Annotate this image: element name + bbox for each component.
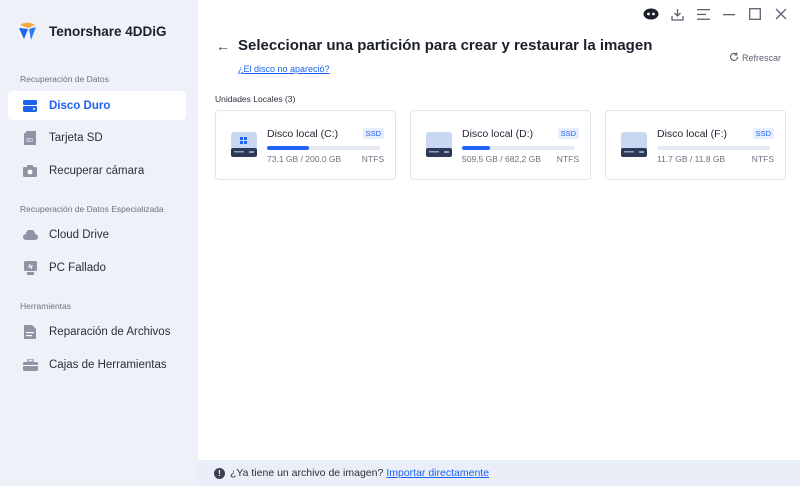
back-arrow-icon[interactable]: ← bbox=[216, 38, 230, 54]
drive-filesystem: NTFS bbox=[361, 154, 384, 164]
brand: Tenorshare 4DDiG bbox=[16, 19, 167, 43]
section-title-tools: Herramientas bbox=[20, 301, 72, 311]
sidebar-item-hard-drive[interactable]: Disco Duro bbox=[8, 91, 186, 120]
refresh-label: Refrescar bbox=[741, 53, 781, 63]
file-repair-icon bbox=[22, 324, 38, 340]
camera-icon bbox=[22, 163, 38, 179]
sidebar: Tenorshare 4DDiG Recuperación de Datos D… bbox=[0, 0, 198, 486]
drive-card-f[interactable]: Disco local (F:) SSD 11.7 GB / 11.8 GB N… bbox=[605, 110, 786, 180]
drive-usage-bar bbox=[267, 146, 380, 150]
sidebar-item-toolbox[interactable]: Cajas de Herramientas bbox=[8, 350, 186, 379]
drive-size: 11.7 GB / 11.8 GB bbox=[657, 154, 726, 164]
drive-name: Disco local (F:) bbox=[657, 128, 728, 140]
import-directly-link[interactable]: Importar directamente bbox=[386, 467, 489, 479]
sidebar-item-label: PC Fallado bbox=[49, 261, 106, 274]
drive-type-badge: SSD bbox=[362, 128, 384, 139]
toolbox-icon bbox=[22, 357, 38, 373]
sidebar-item-label: Cloud Drive bbox=[49, 228, 110, 241]
drive-size: 509,5 GB / 682,2 GB bbox=[462, 154, 541, 164]
sidebar-item-label: Tarjeta SD bbox=[49, 131, 103, 144]
window-controls bbox=[640, 5, 792, 23]
sidebar-item-file-repair[interactable]: Reparación de Archivos bbox=[8, 317, 186, 346]
drive-icon bbox=[424, 130, 454, 160]
refresh-icon bbox=[729, 52, 739, 64]
drive-icon bbox=[619, 130, 649, 160]
sidebar-item-label: Cajas de Herramientas bbox=[49, 358, 167, 371]
drive-usage-bar bbox=[462, 146, 575, 150]
info-icon: ! bbox=[214, 467, 225, 479]
sidebar-item-sd-card[interactable]: SD Tarjeta SD bbox=[8, 123, 186, 152]
system-drive-icon bbox=[229, 130, 259, 160]
refresh-button[interactable]: Refrescar bbox=[729, 52, 781, 64]
app-logo-icon bbox=[16, 19, 40, 43]
hard-drive-icon bbox=[22, 98, 38, 114]
disk-missing-link[interactable]: ¿El disco no apareció? bbox=[238, 64, 330, 74]
import-footer: ! ¿Ya tiene un archivo de imagen? Import… bbox=[198, 460, 800, 486]
sidebar-item-camera[interactable]: Recuperar cámara bbox=[8, 156, 186, 185]
drive-card-c[interactable]: Disco local (C:) SSD 73.1 GB / 200.0 GB … bbox=[215, 110, 396, 180]
download-icon[interactable] bbox=[666, 5, 688, 23]
sidebar-item-crashed-pc[interactable]: PC Fallado bbox=[8, 253, 186, 282]
sidebar-item-label: Reparación de Archivos bbox=[49, 325, 171, 338]
drive-filesystem: NTFS bbox=[751, 154, 774, 164]
drive-filesystem: NTFS bbox=[556, 154, 579, 164]
drive-usage-bar bbox=[657, 146, 770, 150]
section-title-specialized-recovery: Recuperación de Datos Especializada bbox=[20, 204, 164, 214]
section-title-data-recovery: Recuperación de Datos bbox=[20, 74, 109, 84]
sd-card-icon: SD bbox=[22, 130, 38, 146]
cloud-icon bbox=[22, 227, 38, 243]
assistant-icon[interactable] bbox=[640, 5, 662, 23]
drive-name: Disco local (C:) bbox=[267, 128, 339, 140]
close-icon[interactable] bbox=[770, 5, 792, 23]
menu-icon[interactable] bbox=[692, 5, 714, 23]
drives-section-label: Unidades Locales (3) bbox=[215, 94, 296, 104]
sidebar-item-cloud-drive[interactable]: Cloud Drive bbox=[8, 220, 186, 249]
app-name: Tenorshare 4DDiG bbox=[49, 23, 167, 39]
footer-text: ¿Ya tiene un archivo de imagen? bbox=[230, 467, 384, 479]
crashed-pc-icon bbox=[22, 260, 38, 276]
sidebar-item-label: Disco Duro bbox=[49, 99, 111, 112]
drive-usage-fill bbox=[462, 146, 491, 150]
page-title: Seleccionar una partición para crear y r… bbox=[238, 37, 653, 54]
maximize-icon[interactable] bbox=[744, 5, 766, 23]
drive-type-badge: SSD bbox=[752, 128, 774, 139]
drive-name: Disco local (D:) bbox=[462, 128, 534, 140]
drive-type-badge: SSD bbox=[557, 128, 579, 139]
drive-card-d[interactable]: Disco local (D:) SSD 509,5 GB / 682,2 GB… bbox=[410, 110, 591, 180]
minimize-icon[interactable] bbox=[718, 5, 740, 23]
drive-usage-fill bbox=[267, 146, 309, 150]
svg-text:SD: SD bbox=[26, 138, 33, 144]
drive-size: 73.1 GB / 200.0 GB bbox=[267, 154, 342, 164]
sidebar-item-label: Recuperar cámara bbox=[49, 164, 145, 177]
